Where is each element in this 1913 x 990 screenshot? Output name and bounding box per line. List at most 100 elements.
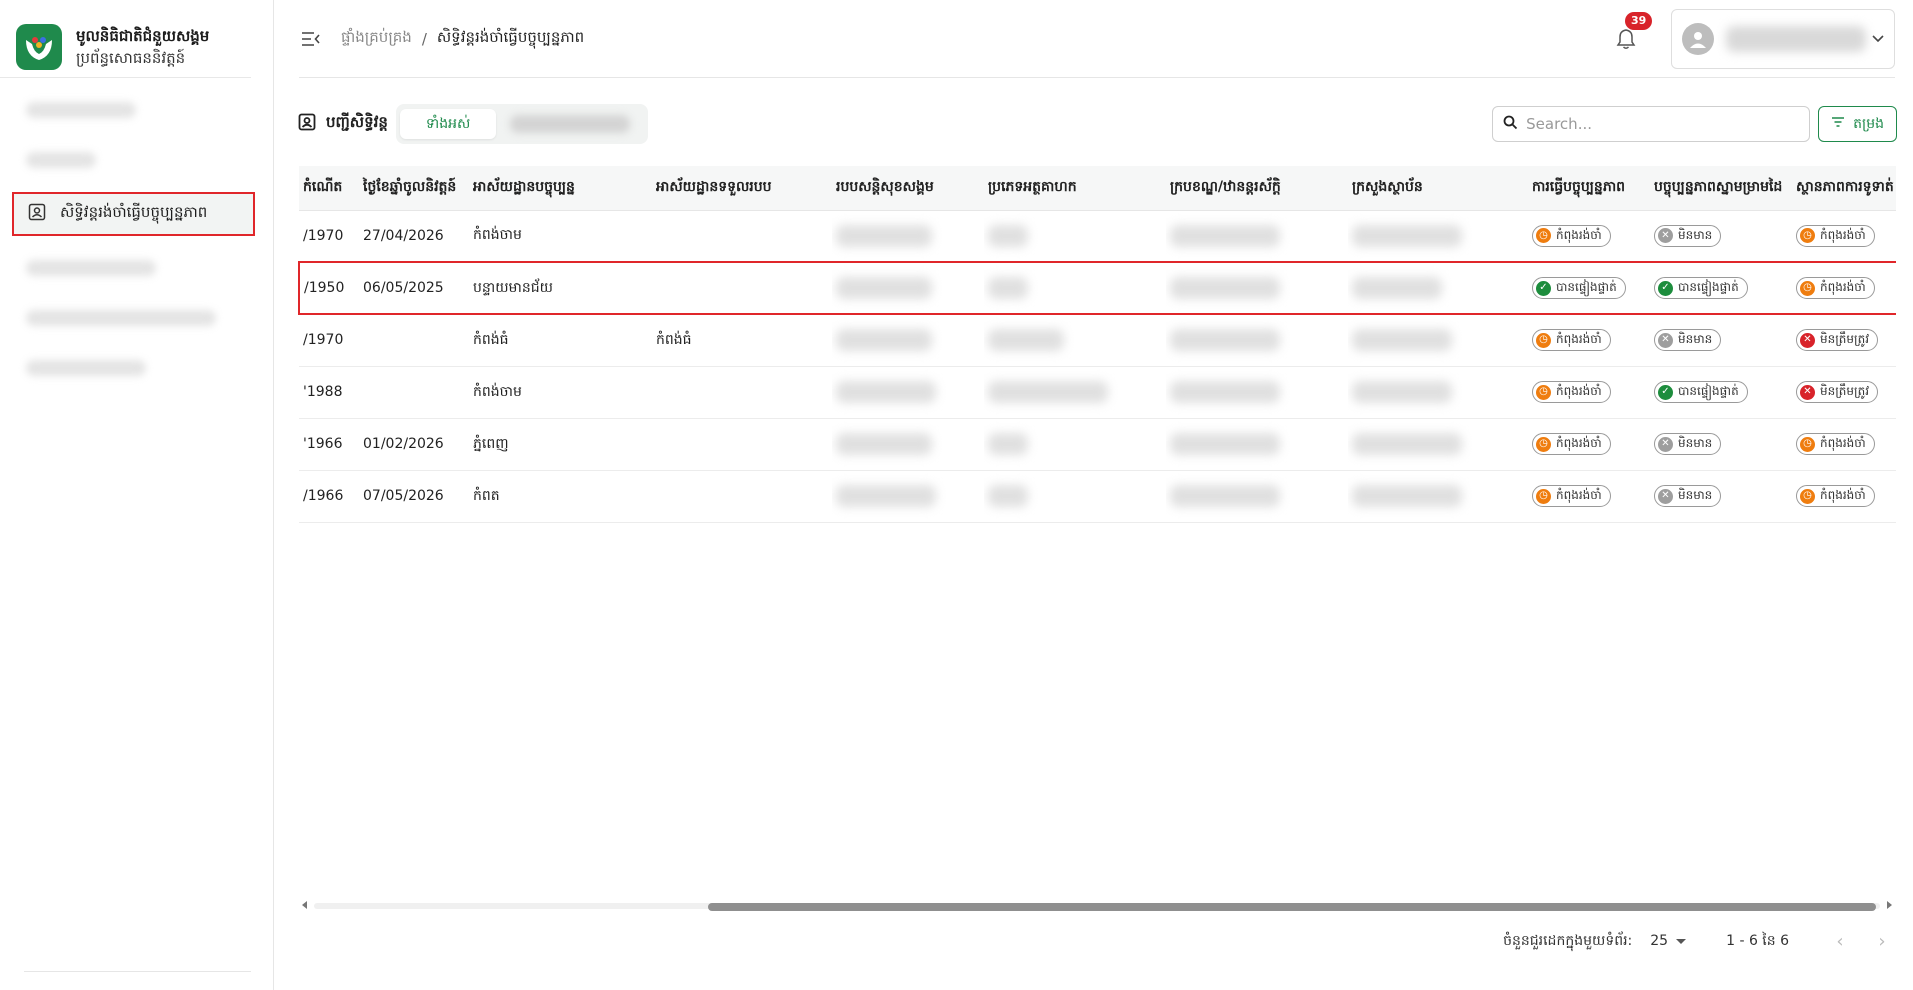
sidebar-item-label: សិទ្ធិវន្តរង់ចាំធ្វើបច្ចុប្បន្នភាព <box>60 203 208 221</box>
sidebar-item-pending-update[interactable]: សិទ្ធិវន្តរង់ចាំធ្វើបច្ចុប្បន្នភាព <box>12 192 255 236</box>
filter-button[interactable]: តម្រង <box>1818 106 1897 142</box>
cross-icon: ✕ <box>1800 332 1815 348</box>
breadcrumb: ផ្ទាំងគ្រប់គ្រង / សិទ្ធិវន្តរង់ចាំធ្វើបច… <box>341 28 584 50</box>
scroll-thumb[interactable] <box>708 903 1876 911</box>
cell-ministry <box>1348 366 1528 419</box>
sidebar-item-redacted-4[interactable] <box>12 300 261 336</box>
cell-fingerprint: ✕ មិនមាន <box>1650 314 1792 367</box>
sidebar-item-redacted-2[interactable] <box>12 142 261 178</box>
logo-icon <box>16 23 62 70</box>
cell-rank <box>1166 210 1348 263</box>
check-icon: ✓ <box>1658 280 1673 296</box>
tab-redacted[interactable] <box>510 115 631 133</box>
app-root: មូលនិធិជាតិជំនួយសង្គម ប្រព័ន្ធសោធននិវត្ត… <box>0 0 1913 990</box>
redacted-value <box>1170 485 1280 507</box>
status-badge: ◷ កំពុងរង់ចាំ <box>1532 485 1611 507</box>
notification-bell-icon[interactable]: 39 <box>1611 11 1653 54</box>
scroll-right-arrow-icon[interactable] <box>1887 901 1892 909</box>
redacted-value <box>988 433 1028 455</box>
status-label: បានផ្ទៀងផ្ទាត់ <box>1556 280 1617 294</box>
cell-receive-address <box>652 366 832 419</box>
column-header[interactable]: ក្របខណ្ឌ/ឋានន្តរស័ក្តិ <box>1166 166 1348 211</box>
scroll-left-arrow-icon[interactable] <box>302 901 307 909</box>
sidebar-item-redacted-1[interactable] <box>12 92 261 128</box>
cell-beneficiary-type <box>984 261 1166 315</box>
cross-icon: ✕ <box>1800 384 1815 400</box>
status-badge: ✓ បានផ្ទៀងផ្ទាត់ <box>1654 277 1748 299</box>
column-header[interactable]: របបសន្តិសុខសង្គម <box>832 166 984 211</box>
column-header[interactable]: អាស័យដ្ឋានទទួលរបប <box>652 166 832 211</box>
table-row[interactable]: '1988 កំពង់ចាម ◷ កំពុងរង់ចាំ ✓ បានផ្ទៀងផ្ទាត់… <box>299 366 1896 419</box>
cell-rank <box>1166 314 1348 367</box>
status-label: កំពុងរង់ចាំ <box>1820 436 1866 450</box>
check-icon: ✓ <box>1536 280 1551 296</box>
column-header[interactable]: ប្រភេទអត្ថគាហក <box>984 166 1166 211</box>
table-row[interactable]: /1966 07/05/2026 កំពត ◷ កំពុងរង់ចាំ ✕ មិនមាន ◷ ក… <box>299 470 1896 523</box>
status-badge: ✕ មិនមាន <box>1654 224 1722 247</box>
column-header[interactable]: កំណើត <box>299 166 359 211</box>
clock-icon: ◷ <box>1536 488 1551 504</box>
next-page-icon[interactable]: › <box>1867 926 1897 956</box>
table-row[interactable]: '1966 01/02/2026 ភ្នំពេញ ◷ កំពុងរង់ចាំ ✕ មិនមា… <box>299 418 1896 471</box>
cell-update: ◷ កំពុងរង់ចាំ <box>1528 470 1650 523</box>
status-badge: ◷ កំពុងរង់ចាំ <box>1532 381 1611 403</box>
status-badge: ◷ កំពុងរង់ចាំ <box>1532 329 1611 352</box>
status-label: កំពុងរង់ចាំ <box>1556 332 1602 347</box>
cell-social-security <box>832 314 984 367</box>
user-name-redacted <box>1726 25 1866 52</box>
table-row[interactable]: /1970 27/04/2026 កំពង់ចាម ◷ កំពុងរង់ចាំ ✕ មិនម… <box>299 210 1896 263</box>
redacted-value <box>988 329 1064 352</box>
redacted-value <box>988 381 1108 403</box>
top-header: ផ្ទាំងគ្រប់គ្រង / សិទ្ធិវន្តរង់ចាំធ្វើបច… <box>275 0 1913 78</box>
sidebar-item-redacted-3[interactable] <box>12 250 261 286</box>
redacted-value <box>1352 381 1452 403</box>
user-menu[interactable] <box>1671 8 1895 69</box>
cell-address: បន្ទាយមានជ័យ <box>469 261 652 315</box>
cell-birth: /1970 <box>299 314 359 367</box>
clock-icon: ◷ <box>1800 228 1815 244</box>
redacted-value <box>836 485 936 507</box>
column-header[interactable]: អាស័យដ្ឋានបច្ចុប្បន្ន <box>469 166 652 211</box>
brand-subtitle: ប្រព័ន្ធសោធននិវត្តន៍ <box>76 48 186 67</box>
search-box <box>1492 106 1811 142</box>
cell-receive-address <box>652 210 832 263</box>
clock-icon: ◷ <box>1536 228 1551 244</box>
cell-payment: ◷ កំពុងរង់ចាំ <box>1792 418 1896 471</box>
cell-rank <box>1166 261 1348 315</box>
breadcrumb-separator: / <box>421 29 427 48</box>
search-input[interactable] <box>1526 115 1787 133</box>
status-label: មិនមាន <box>1678 436 1713 450</box>
table-row[interactable]: /1970 កំពង់ធំ កំពង់ធំ ◷ កំពុងរង់ចាំ ✕ មិនមាន ✕ ម… <box>299 314 1896 367</box>
breadcrumb-root[interactable]: ផ្ទាំងគ្រប់គ្រង <box>341 28 412 50</box>
cell-ministry <box>1348 314 1528 367</box>
table-body: /1970 27/04/2026 កំពង់ចាម ◷ កំពុងរង់ចាំ ✕ មិនម… <box>298 210 1896 523</box>
menu-collapse-icon[interactable] <box>299 27 323 51</box>
cell-receive-address: កំពង់ធំ <box>652 314 832 367</box>
status-badge: ✕ មិនត្រឹមត្រូវ <box>1796 381 1879 403</box>
status-badge: ◷ កំពុងរង់ចាំ <box>1796 485 1875 507</box>
cell-address: កំពង់ចាម <box>469 210 652 263</box>
cell-receive-address <box>652 470 832 523</box>
horizontal-scrollbar[interactable] <box>298 898 1896 912</box>
brand: មូលនិធិជាតិជំនួយសង្គម ប្រព័ន្ធសោធននិវត្ត… <box>0 0 251 78</box>
table-row[interactable]: /1950 06/05/2025 បន្ទាយមានជ័យ ✓ បានផ្ទៀងផ្ទា… <box>298 261 1896 315</box>
pagination: ចំនួនជួរដេកក្នុងមួយទំព័រ: 25 1 - 6 នៃ 6 … <box>1503 926 1897 956</box>
cell-update: ◷ កំពុងរង់ចាំ <box>1528 314 1650 367</box>
sidebar-item-redacted-5[interactable] <box>12 350 261 386</box>
tab-all[interactable]: ទាំងអស់ <box>399 109 497 139</box>
column-header[interactable]: បច្ចុប្បន្នភាពស្នាមម្រាមដៃ <box>1650 166 1792 211</box>
column-header[interactable]: ថ្ងៃខែឆ្នាំចូលនិវត្តន៍ <box>359 166 469 211</box>
cell-fingerprint: ✕ មិនមាន <box>1650 210 1792 263</box>
chevron-down-icon <box>1872 31 1884 47</box>
redacted-value <box>1170 329 1280 352</box>
person-badge-icon <box>28 203 46 225</box>
column-header[interactable]: ក្រសួងស្ថាប័ន <box>1348 166 1528 211</box>
cell-ministry <box>1348 418 1528 471</box>
column-header[interactable]: ការធ្វើបច្ចុប្បន្នភាព <box>1528 166 1650 211</box>
rows-per-page-select[interactable]: 25 <box>1650 933 1687 949</box>
prev-page-icon[interactable]: ‹ <box>1825 926 1855 956</box>
redacted-value <box>836 277 932 299</box>
redacted-value <box>836 381 936 403</box>
redacted-value <box>1352 485 1462 507</box>
column-header[interactable]: ស្ថានភាពការទូទាត់ <box>1792 166 1896 211</box>
